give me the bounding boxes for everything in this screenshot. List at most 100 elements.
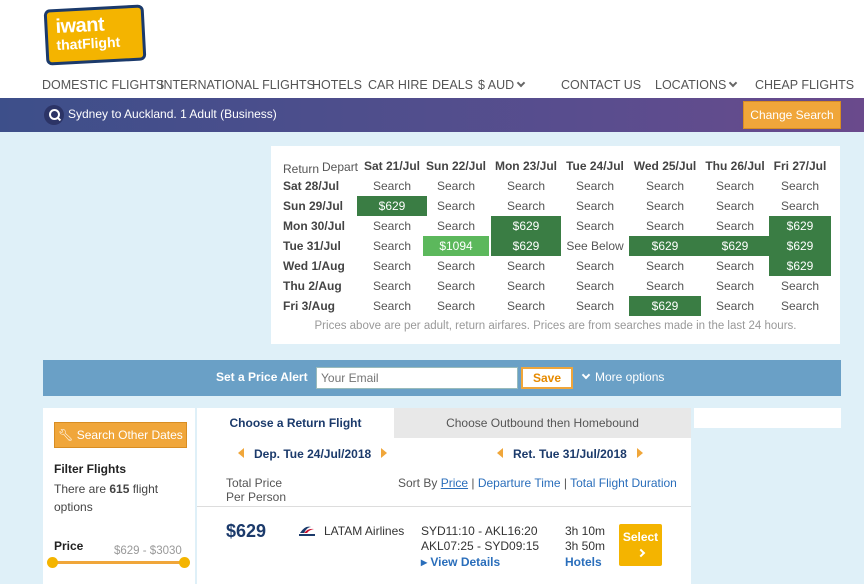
search-other-dates-button[interactable]: 🔧︎ Search Other Dates (54, 422, 187, 448)
nav-contact-us[interactable]: CONTACT US (561, 78, 641, 94)
matrix-search-cell[interactable]: Search (357, 276, 427, 296)
matrix-price-cell[interactable]: $1094 (423, 236, 489, 256)
sort-price-link[interactable]: Price (441, 476, 468, 490)
matrix-search-cell[interactable]: Search (629, 256, 701, 276)
divider (197, 506, 691, 507)
price-slider-max-handle[interactable] (179, 557, 190, 568)
matrix-search-cell[interactable]: Search (769, 276, 831, 296)
select-flight-button[interactable]: Select (619, 524, 662, 566)
departure-date: Dep. Tue 24/Jul/2018 (254, 447, 372, 461)
nav-domestic-flights[interactable]: DOMESTIC FLIGHTS (42, 78, 164, 94)
sort-by-bar: Sort By Price | Departure Time | Total F… (398, 476, 677, 490)
matrix-search-cell[interactable]: Search (701, 216, 769, 236)
matrix-depart-label: Depart (322, 160, 359, 174)
sort-departure-link[interactable]: Departure Time (478, 476, 561, 490)
outbound-duration: 3h 10m (565, 524, 606, 538)
nav-hotels[interactable]: HOTELS (312, 78, 362, 94)
matrix-search-cell[interactable]: Search (357, 176, 427, 196)
matrix-search-cell[interactable]: Search (423, 196, 489, 216)
matrix-search-cell[interactable]: Search (701, 276, 769, 296)
return-date: Ret. Tue 31/Jul/2018 (513, 447, 627, 461)
matrix-search-cell[interactable]: Search (629, 216, 701, 236)
matrix-search-cell[interactable]: Search (701, 196, 769, 216)
matrix-search-cell[interactable]: Search (561, 196, 629, 216)
matrix-price-cell[interactable]: $629 (769, 256, 831, 276)
matrix-price-cell[interactable]: $629 (491, 216, 561, 236)
matrix-search-cell[interactable]: Search (423, 256, 489, 276)
sort-by-label: Sort By (398, 476, 438, 490)
inbound-segment: AKL07:25 - SYD09:15 (421, 539, 540, 553)
view-details-label: View Details (430, 555, 501, 569)
save-alert-button[interactable]: Save (521, 367, 573, 389)
nav-currency-dropdown[interactable]: $ AUD (478, 78, 526, 94)
return-date-nav: Ret. Tue 31/Jul/2018 (497, 447, 643, 461)
matrix-price-cell[interactable]: $629 (357, 196, 427, 216)
matrix-search-cell[interactable]: Search (423, 216, 489, 236)
matrix-column-header: Thu 26/Jul (705, 159, 765, 173)
matrix-search-cell[interactable]: Search (357, 236, 427, 256)
matrix-search-cell[interactable]: Search (423, 276, 489, 296)
matrix-search-cell[interactable]: Search (561, 276, 629, 296)
matrix-price-cell[interactable]: $629 (629, 296, 701, 316)
inbound-duration: 3h 50m (565, 539, 606, 553)
tab-return-flight[interactable]: Choose a Return Flight (197, 408, 394, 438)
matrix-search-cell[interactable]: Search (491, 256, 561, 276)
site-logo[interactable]: iwant thatFlight (43, 4, 147, 66)
next-ret-date-arrow[interactable] (636, 448, 643, 458)
nav-locations-dropdown[interactable]: LOCATIONS (655, 78, 738, 94)
matrix-search-cell[interactable]: Search (561, 296, 629, 316)
matrix-search-cell[interactable]: Search (701, 256, 769, 276)
matrix-search-cell[interactable]: Search (701, 176, 769, 196)
matrix-search-cell[interactable]: Search (561, 216, 629, 236)
matrix-search-cell[interactable]: Search (491, 196, 561, 216)
matrix-search-cell[interactable]: Search (769, 176, 831, 196)
matrix-search-cell[interactable]: Search (629, 176, 701, 196)
flight-price: $629 (226, 521, 267, 541)
matrix-search-cell[interactable]: Search (423, 176, 489, 196)
next-dep-date-arrow[interactable] (381, 448, 388, 458)
matrix-return-label: Return (283, 162, 320, 176)
matrix-search-cell[interactable]: Search (357, 296, 427, 316)
matrix-column-header: Tue 24/Jul (566, 159, 624, 173)
matrix-search-cell[interactable]: Search (423, 296, 489, 316)
matrix-search-cell[interactable]: Search (357, 216, 427, 236)
matrix-search-cell[interactable]: Search (491, 176, 561, 196)
matrix-search-cell[interactable]: Search (769, 296, 831, 316)
matrix-price-cell[interactable]: $629 (769, 236, 831, 256)
nav-cheap-flights[interactable]: CHEAP FLIGHTS (755, 78, 854, 94)
email-field[interactable] (316, 367, 518, 389)
change-search-button[interactable]: Change Search (743, 101, 841, 129)
nav-car-hire[interactable]: CAR HIRE (368, 78, 428, 94)
nav-international-flights[interactable]: INTERNATIONAL FLIGHTS (160, 78, 315, 94)
search-icon (44, 105, 64, 125)
matrix-search-cell[interactable]: Search (357, 256, 427, 276)
nav-deals[interactable]: DEALS (432, 78, 473, 94)
matrix-search-cell[interactable]: Search (491, 276, 561, 296)
more-options-toggle[interactable]: More options (581, 370, 664, 384)
prev-dep-date-arrow[interactable] (238, 448, 244, 458)
price-slider-track[interactable] (52, 561, 184, 564)
price-slider-min-handle[interactable] (47, 557, 58, 568)
matrix-price-cell[interactable]: $629 (701, 236, 769, 256)
tab-outbound-homebound[interactable]: Choose Outbound then Homebound (394, 408, 691, 438)
departure-date-nav: Dep. Tue 24/Jul/2018 (238, 447, 388, 461)
hotels-link[interactable]: Hotels (565, 555, 602, 569)
matrix-search-cell[interactable]: Search (491, 296, 561, 316)
matrix-search-cell[interactable]: Search (629, 276, 701, 296)
price-range-text: $629 - $3030 (114, 545, 182, 557)
matrix-search-cell[interactable]: Search (629, 196, 701, 216)
matrix-price-cell[interactable]: $629 (491, 236, 561, 256)
count-prefix: There are (54, 482, 110, 496)
matrix-search-cell[interactable]: Search (769, 196, 831, 216)
matrix-search-cell[interactable]: Search (561, 176, 629, 196)
sort-duration-link[interactable]: Total Flight Duration (570, 476, 677, 490)
currency-label: $ AUD (478, 78, 515, 92)
view-details-link[interactable]: ▸ View Details (421, 555, 500, 569)
matrix-search-cell: See Below (566, 239, 624, 253)
matrix-price-cell[interactable]: $629 (769, 216, 831, 236)
matrix-price-cell[interactable]: $629 (629, 236, 701, 256)
chevron-down-icon (581, 370, 591, 380)
matrix-search-cell[interactable]: Search (561, 256, 629, 276)
matrix-search-cell[interactable]: Search (701, 296, 769, 316)
prev-ret-date-arrow[interactable] (497, 448, 503, 458)
